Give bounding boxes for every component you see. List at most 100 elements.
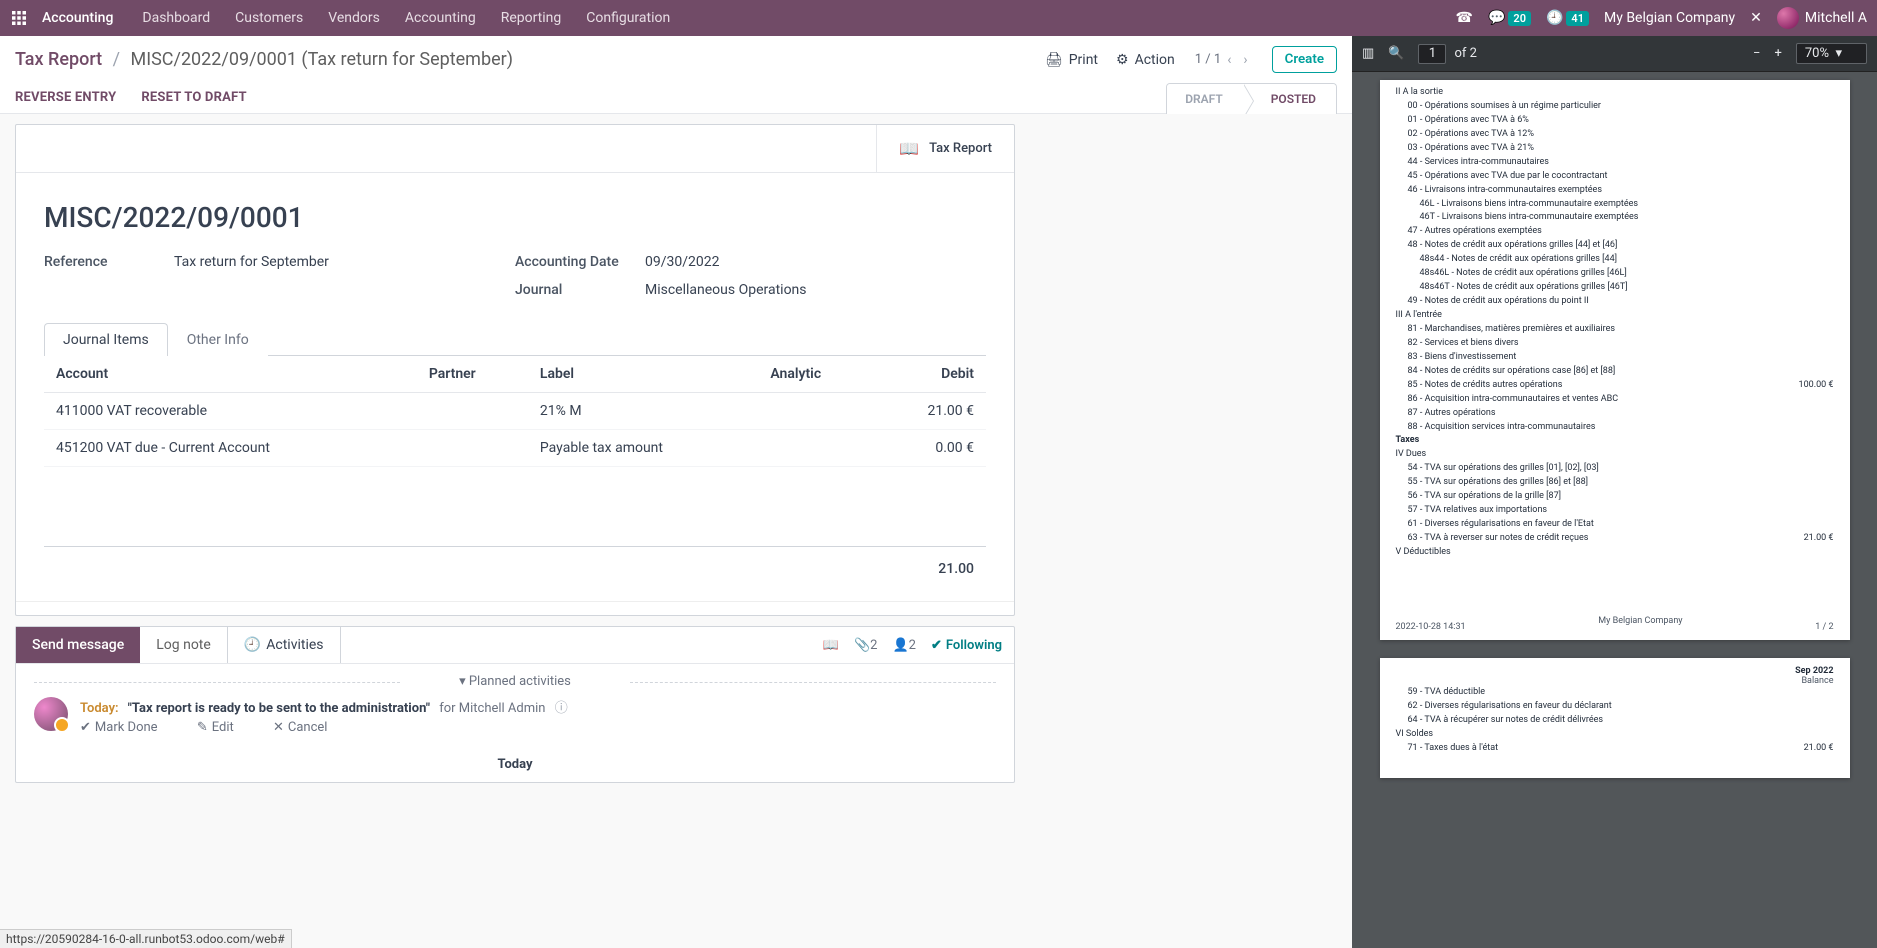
- user-menu[interactable]: Mitchell A: [1777, 7, 1867, 29]
- clock-icon[interactable]: 🕘41: [1546, 10, 1589, 26]
- pdf-page-total: of 2: [1454, 46, 1476, 61]
- pdf-page-2[interactable]: Sep 2022 Balance 59 - TVA déductible62 -…: [1380, 658, 1850, 778]
- followers-count[interactable]: 👤2: [892, 638, 916, 653]
- pdf-line: 57 - TVA relatives aux importations: [1396, 504, 1834, 518]
- pdf-line: 81 - Marchandises, matières premières et…: [1396, 323, 1834, 337]
- cancel-button[interactable]: ✕Cancel: [273, 720, 345, 735]
- check-icon: ✔: [931, 638, 942, 653]
- close-icon: ✕: [273, 720, 284, 735]
- zoom-in-icon[interactable]: +: [1774, 46, 1781, 61]
- activity-note: "Tax report is ready to be sent to the a…: [128, 701, 430, 716]
- pdf-page-1[interactable]: II A la sortie00 - Opérations soumises à…: [1380, 80, 1850, 640]
- col-label[interactable]: Label: [528, 356, 758, 393]
- pdf-line: 86 - Acquisition intra-communautaires et…: [1396, 393, 1834, 407]
- table-row[interactable]: 411000 VAT recoverable 21% M 21.00 €: [44, 393, 986, 430]
- attachment-icon[interactable]: 📖: [823, 638, 839, 653]
- breadcrumb-sep: /: [113, 49, 120, 70]
- info-icon[interactable]: ⓘ: [555, 701, 568, 716]
- send-message-button[interactable]: Send message: [16, 627, 140, 663]
- nav-dashboard[interactable]: Dashboard: [142, 10, 210, 26]
- nav-reporting[interactable]: Reporting: [501, 10, 562, 26]
- nav-customers[interactable]: Customers: [235, 10, 303, 26]
- pdf-page-input[interactable]: [1418, 44, 1446, 64]
- pdf-line: 45 - Opérations avec TVA due par le coco…: [1396, 170, 1834, 184]
- nav-configuration[interactable]: Configuration: [586, 10, 670, 26]
- pdf-footer-page: 1 / 2: [1815, 622, 1833, 632]
- status-bar: DRAFT POSTED: [1166, 83, 1337, 114]
- app-name[interactable]: Accounting: [38, 10, 117, 26]
- reference-value[interactable]: Tax return for September: [174, 254, 329, 270]
- nav-vendors[interactable]: Vendors: [328, 10, 380, 26]
- pencil-icon: ✎: [197, 720, 208, 735]
- tools-icon[interactable]: ✕: [1750, 10, 1762, 26]
- pdf-viewer: ▥ 🔍 of 2 − + 70% ▾ II A la sortie00 - Op…: [1352, 36, 1877, 948]
- pdf-line: 56 - TVA sur opérations de la grille [87…: [1396, 490, 1834, 504]
- breadcrumb: Tax Report / MISC/2022/09/0001 (Tax retu…: [15, 49, 513, 70]
- avatar: [1777, 7, 1799, 29]
- accounting-date-value[interactable]: 09/30/2022: [645, 254, 720, 270]
- breadcrumb-root[interactable]: Tax Report: [15, 49, 102, 70]
- reverse-entry-button[interactable]: REVERSE ENTRY: [15, 90, 116, 105]
- tabs: Journal Items Other Info: [44, 322, 986, 356]
- today-header: Today: [34, 757, 996, 772]
- pdf-line: 83 - Biens d'investissement: [1396, 351, 1834, 365]
- voip-icon[interactable]: ☎: [1456, 10, 1473, 26]
- total-debit: 21.00: [875, 547, 986, 592]
- pager-prev[interactable]: ‹: [1221, 52, 1237, 68]
- apps-icon[interactable]: [10, 9, 28, 27]
- activity-date: Today:: [80, 701, 119, 716]
- attachment-count[interactable]: 📎2: [854, 638, 878, 653]
- pdf-line: 61 - Diverses régularisations en faveur …: [1396, 518, 1834, 532]
- nav-accounting[interactable]: Accounting: [405, 10, 476, 26]
- horizontal-scrollbar[interactable]: [16, 601, 1014, 615]
- pdf-line: 85 - Notes de crédits autres opérations1…: [1396, 379, 1834, 393]
- tab-journal-items[interactable]: Journal Items: [44, 323, 168, 356]
- table-row[interactable]: 451200 VAT due - Current Account Payable…: [44, 430, 986, 467]
- tax-report-stat-button[interactable]: 📖 Tax Report: [876, 125, 1014, 172]
- sidebar-toggle-icon[interactable]: ▥: [1362, 46, 1374, 61]
- pdf-line: Taxes: [1396, 434, 1834, 448]
- pdf-line: IV Dues: [1396, 448, 1834, 462]
- reset-to-draft-button[interactable]: RESET TO DRAFT: [141, 90, 246, 105]
- pdf-line: 44 - Services intra-communautaires: [1396, 156, 1834, 170]
- following-toggle[interactable]: ✔Following: [931, 638, 1002, 653]
- pdf-line: 00 - Opérations soumises à un régime par…: [1396, 100, 1834, 114]
- top-nav: Accounting Dashboard Customers Vendors A…: [0, 0, 1877, 36]
- pdf-line: 03 - Opérations avec TVA à 21%: [1396, 142, 1834, 156]
- zoom-select[interactable]: 70% ▾: [1796, 43, 1867, 64]
- create-button[interactable]: Create: [1272, 46, 1337, 73]
- pdf-line: 88 - Acquisition services intra-communau…: [1396, 421, 1834, 435]
- zoom-out-icon[interactable]: −: [1753, 46, 1760, 61]
- col-analytic[interactable]: Analytic: [758, 356, 875, 393]
- pdf-line: V Déductibles: [1396, 546, 1834, 560]
- pdf-line: II A la sortie: [1396, 86, 1834, 100]
- tab-other-info[interactable]: Other Info: [168, 323, 268, 356]
- col-partner[interactable]: Partner: [417, 356, 528, 393]
- activity-avatar[interactable]: [34, 697, 68, 731]
- col-debit[interactable]: Debit: [875, 356, 986, 393]
- pager-next[interactable]: ›: [1237, 52, 1253, 68]
- activities-tab[interactable]: 🕘Activities: [227, 627, 341, 663]
- reference-label: Reference: [44, 254, 174, 270]
- status-draft[interactable]: DRAFT: [1167, 84, 1243, 114]
- journal-label: Journal: [515, 282, 645, 298]
- journal-value[interactable]: Miscellaneous Operations: [645, 282, 807, 298]
- col-account[interactable]: Account: [44, 356, 417, 393]
- status-posted[interactable]: POSTED: [1243, 84, 1336, 114]
- chatter: Send message Log note 🕘Activities 📖 📎2 👤…: [15, 626, 1015, 783]
- company-switcher[interactable]: My Belgian Company: [1604, 10, 1735, 26]
- action-dropdown[interactable]: ⚙Action: [1116, 52, 1175, 68]
- planned-activities-header[interactable]: ▾ Planned activities: [34, 674, 996, 689]
- chat-icon[interactable]: 💬20: [1488, 10, 1531, 26]
- breadcrumb-current: MISC/2022/09/0001 (Tax return for Septem…: [131, 49, 513, 70]
- journal-items-table: Account Partner Label Analytic Debit 411…: [44, 356, 986, 591]
- print-button[interactable]: 🖨Print: [1045, 52, 1098, 68]
- pdf-line: III A l'entrée: [1396, 309, 1834, 323]
- record-title: MISC/2022/09/0001: [44, 201, 986, 234]
- mark-done-button[interactable]: ✔Mark Done: [80, 720, 176, 735]
- pdf-toolbar: ▥ 🔍 of 2 − + 70% ▾: [1352, 36, 1877, 72]
- pdf-line: 49 - Notes de crédit aux opérations du p…: [1396, 295, 1834, 309]
- edit-button[interactable]: ✎Edit: [197, 720, 252, 735]
- log-note-button[interactable]: Log note: [140, 627, 227, 663]
- pdf-search-icon[interactable]: 🔍: [1388, 46, 1404, 61]
